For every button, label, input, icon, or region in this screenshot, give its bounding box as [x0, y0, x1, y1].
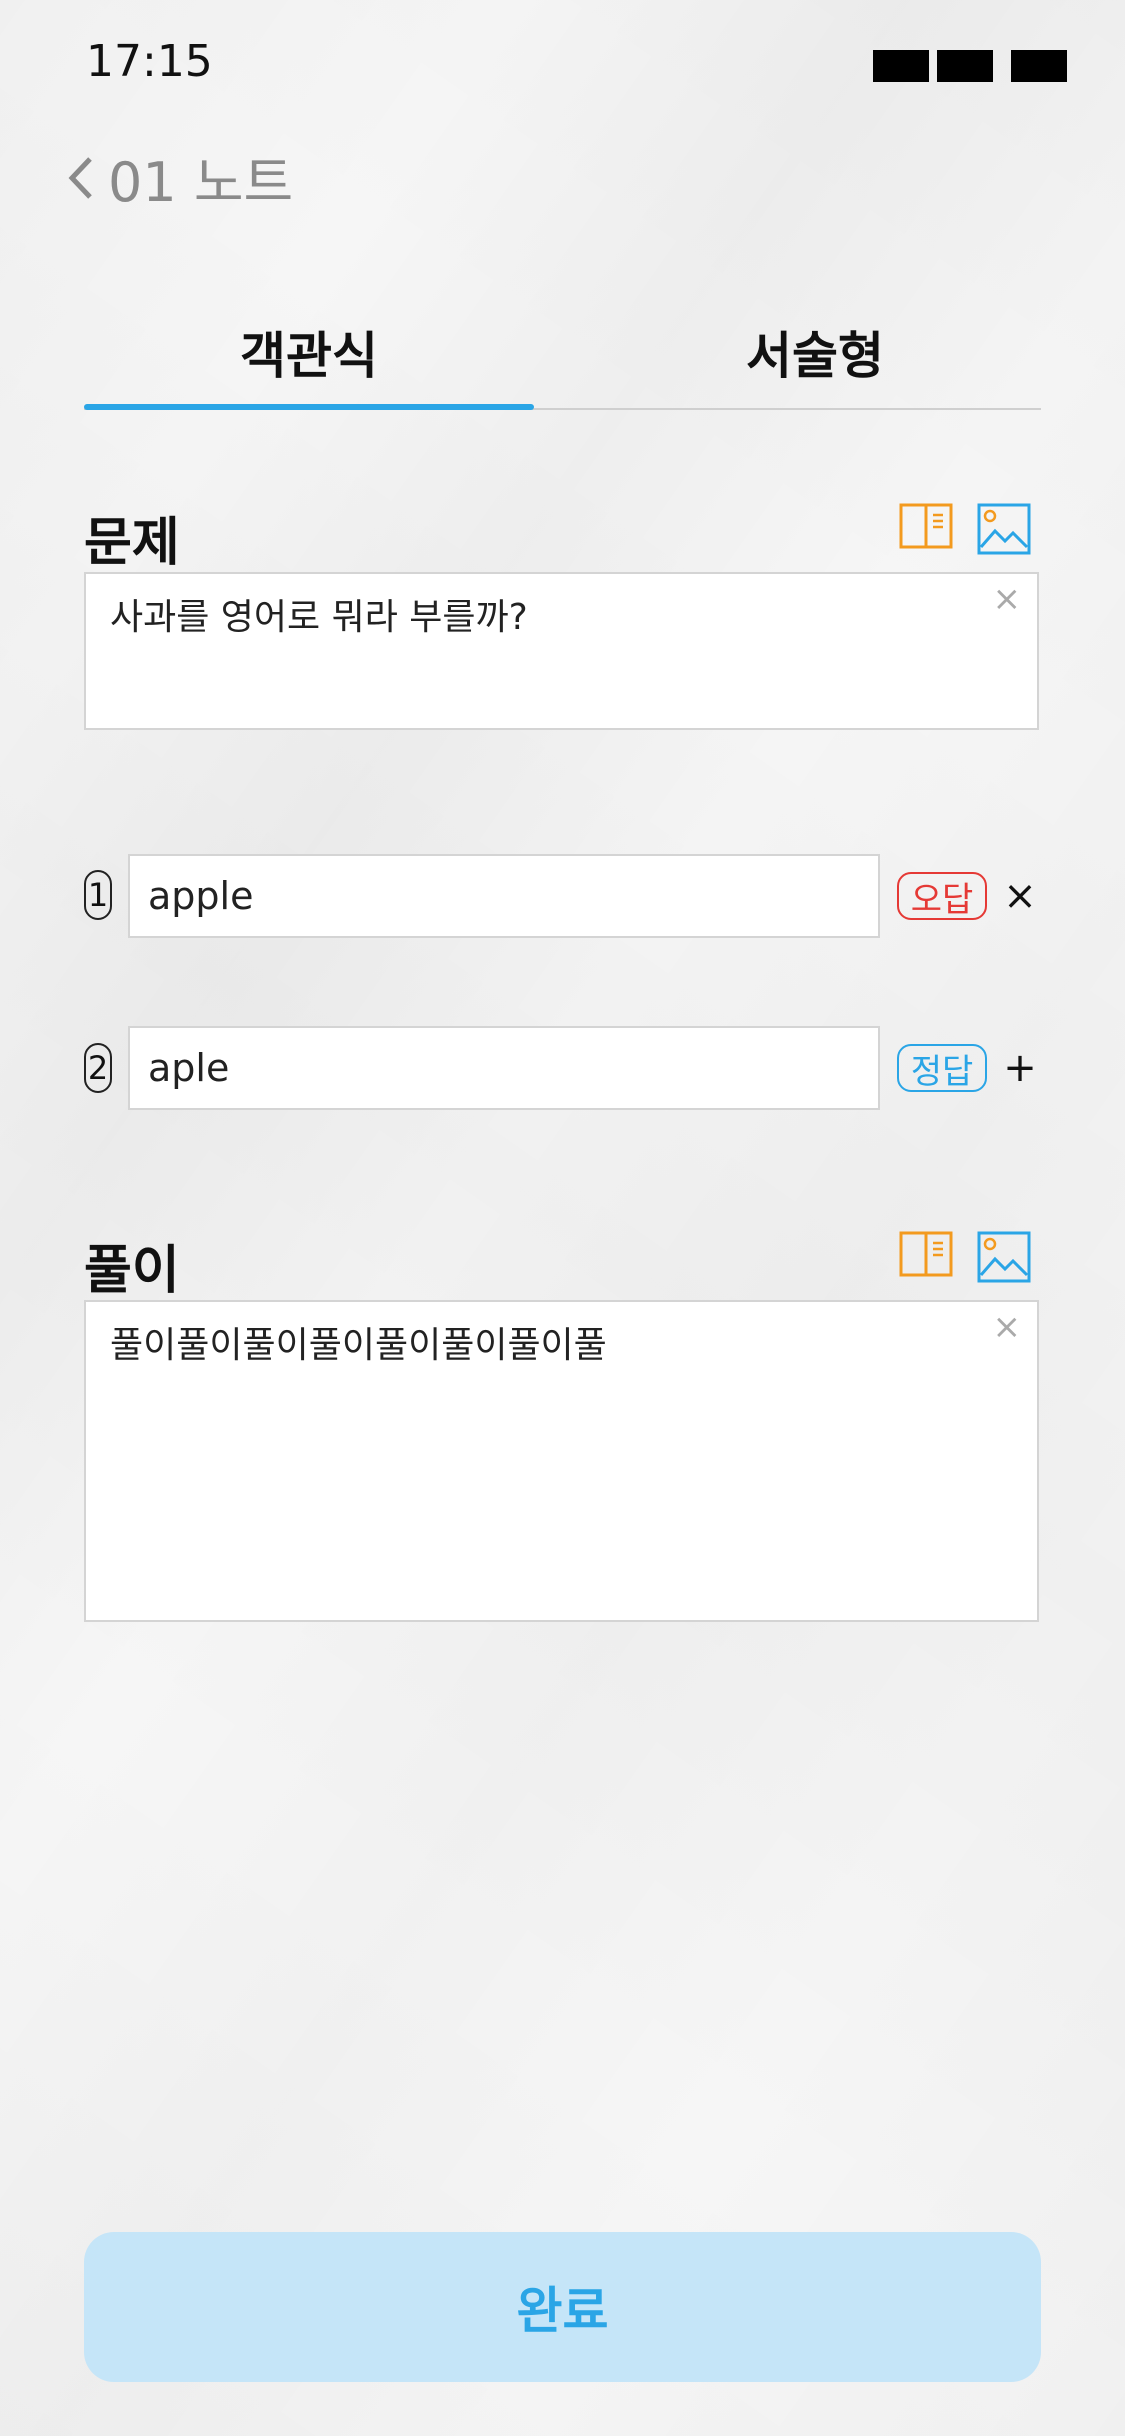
tab-multiple-choice[interactable]: 객관식: [84, 316, 534, 388]
wifi-icon: [937, 50, 993, 82]
answer-status-badge-2[interactable]: 정답: [897, 1044, 987, 1092]
question-tools: [899, 503, 1031, 555]
add-answer-button[interactable]: +: [1000, 1048, 1040, 1088]
signal-icon: [873, 50, 929, 82]
image-icon[interactable]: [977, 1231, 1031, 1283]
done-button[interactable]: 완료: [84, 2232, 1041, 2382]
solution-input[interactable]: 풀이풀이풀이풀이풀이풀이풀이풀 ×: [84, 1300, 1039, 1622]
status-time: 17:15: [86, 36, 213, 87]
solution-text: 풀이풀이풀이풀이풀이풀이풀이풀: [110, 1325, 607, 1366]
solution-tools: [899, 1231, 1031, 1283]
answer-input-2[interactable]: aple: [128, 1026, 880, 1110]
chevron-left-icon: [68, 156, 92, 199]
tab-active-indicator: [84, 404, 534, 410]
solution-title: 풀이: [84, 1241, 180, 1301]
back-label: 01 노트: [108, 151, 294, 214]
answer-number-1: 1: [84, 870, 112, 920]
battery-icon: [1011, 50, 1067, 82]
answer-status-badge-1[interactable]: 오답: [897, 872, 987, 920]
book-icon[interactable]: [899, 1231, 953, 1277]
answer-number-2: 2: [84, 1043, 112, 1093]
answer-input-1[interactable]: apple: [128, 854, 880, 938]
book-icon[interactable]: [899, 503, 953, 549]
remove-answer-button[interactable]: ×: [1000, 876, 1040, 916]
clear-solution-button[interactable]: ×: [993, 1310, 1022, 1344]
image-icon[interactable]: [977, 503, 1031, 555]
question-title: 문제: [84, 513, 180, 573]
clear-question-button[interactable]: ×: [993, 582, 1022, 616]
back-button[interactable]: 01 노트: [66, 138, 293, 217]
question-input[interactable]: 사과를 영어로 뭐라 부를까? ×: [84, 572, 1039, 730]
status-indicators: [873, 50, 1067, 82]
tab-descriptive[interactable]: 서술형: [590, 316, 1040, 388]
question-text: 사과를 영어로 뭐라 부를까?: [110, 597, 528, 638]
